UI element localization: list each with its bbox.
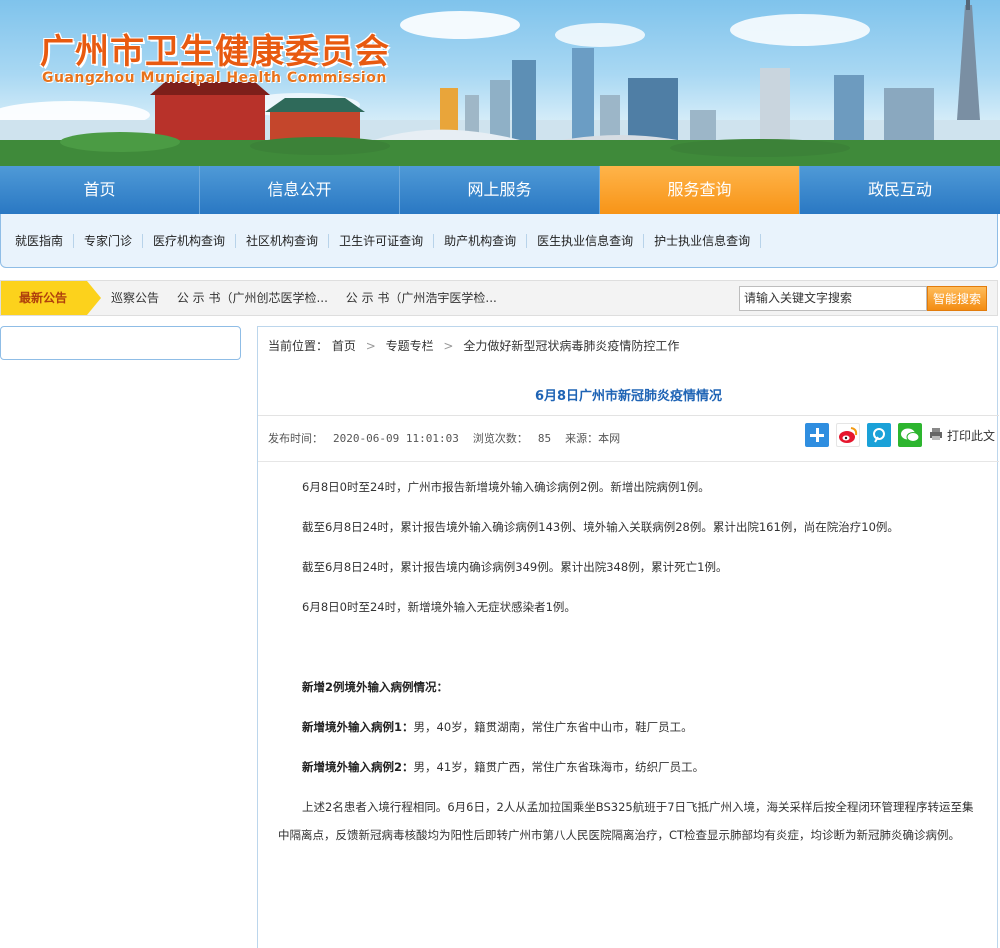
notice-tag: 最新公告 bbox=[1, 281, 101, 315]
paragraph: 截至6月8日24时，累计报告境外输入确诊病例143例、境外输入关联病例28例。累… bbox=[302, 520, 899, 534]
notice-item[interactable]: 巡察公告 bbox=[111, 291, 159, 305]
subnav-doctor-license-query[interactable]: 医生执业信息查询 bbox=[527, 233, 645, 248]
share-toolbar: 打印此文 bbox=[805, 423, 995, 447]
article-body: 6月8日0时至24时，广州市报告新增境外输入确诊病例2例。新增出院病例1例。 截… bbox=[278, 477, 978, 869]
print-link[interactable]: 打印此文 bbox=[947, 427, 995, 444]
case-label: 新增境外输入病例2： bbox=[302, 760, 414, 774]
notice-list: 巡察公告 公 示 书（广州创芯医学检... 公 示 书（广州浩宇医学检... bbox=[111, 281, 511, 315]
site-subtitle-en: Guangzhou Municipal Health Commission bbox=[42, 70, 387, 86]
notice-item[interactable]: 公 示 书（广州创芯医学检... bbox=[177, 291, 328, 305]
header-banner: 广州市卫生健康委员会 Guangzhou Municipal Health Co… bbox=[0, 0, 1000, 166]
source-label: 来源： bbox=[565, 432, 599, 445]
search-button[interactable]: 智能搜索 bbox=[927, 286, 987, 311]
notice-bar: 最新公告 巡察公告 公 示 书（广州创芯医学检... 公 示 书（广州浩宇医学检… bbox=[0, 280, 998, 316]
publish-label: 发布时间： bbox=[268, 432, 323, 445]
breadcrumb-home[interactable]: 首页 bbox=[332, 339, 356, 353]
print-icon[interactable] bbox=[929, 427, 943, 444]
breadcrumb-separator-icon: > bbox=[443, 339, 454, 353]
divider bbox=[258, 461, 999, 462]
notice-item[interactable]: 公 示 书（广州浩宇医学检... bbox=[346, 291, 497, 305]
article-title: 6月8日广州市新冠肺炎疫情情况 bbox=[534, 389, 723, 404]
paragraph: 新增境外输入病例2：男，41岁，籍贯广西，常住广东省珠海市，纺织厂员工。 bbox=[278, 757, 978, 777]
views-count: 85 bbox=[537, 432, 552, 445]
source-value: 本网 bbox=[598, 432, 621, 445]
nav-interaction[interactable]: 政民互动 bbox=[800, 166, 1000, 214]
section-heading: 新增2例境外输入病例情况： bbox=[302, 680, 449, 694]
breadcrumb-separator-icon: > bbox=[365, 339, 376, 353]
case-label: 新增境外输入病例1： bbox=[302, 720, 414, 734]
publish-time: 2020-06-09 11:01:03 bbox=[333, 432, 459, 445]
wechat-icon[interactable] bbox=[898, 423, 922, 447]
subnav-health-license-query[interactable]: 卫生许可证查询 bbox=[329, 233, 435, 248]
breadcrumb: 当前位置： 首页 > 专题专栏 > 全力做好新型冠状病毒肺炎疫情防控工作 bbox=[268, 327, 679, 365]
weibo-icon[interactable] bbox=[836, 423, 860, 447]
subnav-community-institution-query[interactable]: 社区机构查询 bbox=[236, 233, 330, 248]
tencent-weibo-icon[interactable] bbox=[867, 423, 891, 447]
paragraph: 6月8日0时至24时，广州市报告新增境外输入确诊病例2例。新增出院病例1例。 bbox=[302, 480, 710, 494]
breadcrumb-current[interactable]: 全力做好新型冠状病毒肺炎疫情防控工作 bbox=[463, 339, 679, 353]
case-text: 男，40岁，籍贯湖南，常住广东省中山市，鞋厂员工。 bbox=[413, 720, 693, 734]
sub-nav: 就医指南 专家门诊 医疗机构查询 社区机构查询 卫生许可证查询 助产机构查询 医… bbox=[0, 214, 998, 268]
nav-online-service[interactable]: 网上服务 bbox=[400, 166, 600, 214]
paragraph: 6月8日0时至24时，新增境外输入无症状感染者1例。 bbox=[302, 600, 576, 614]
nav-home[interactable]: 首页 bbox=[0, 166, 200, 214]
breadcrumb-label: 当前位置： bbox=[268, 339, 329, 353]
views-label: 浏览次数： bbox=[472, 432, 528, 445]
site-title: 广州市卫生健康委员会 bbox=[40, 32, 390, 72]
article-panel: 当前位置： 首页 > 专题专栏 > 全力做好新型冠状病毒肺炎疫情防控工作 6月8… bbox=[257, 326, 999, 948]
paragraph: 新增境外输入病例1：男，40岁，籍贯湖南，常住广东省中山市，鞋厂员工。 bbox=[278, 717, 978, 737]
breadcrumb-special-column[interactable]: 专题专栏 bbox=[386, 339, 434, 353]
left-sidebar-box bbox=[0, 326, 241, 360]
plus-share-icon[interactable] bbox=[805, 423, 829, 447]
subnav-nurse-license-query[interactable]: 护士执业信息查询 bbox=[644, 233, 762, 248]
article-meta: 发布时间： 2020-06-09 11:01:03 浏览次数： 85 来源：本网 bbox=[268, 430, 620, 446]
subnav-medical-guide[interactable]: 就医指南 bbox=[5, 233, 75, 248]
subnav-expert-clinic[interactable]: 专家门诊 bbox=[74, 233, 144, 248]
subnav-medical-institution-query[interactable]: 医疗机构查询 bbox=[143, 233, 237, 248]
main-nav: 首页 信息公开 网上服务 服务查询 政民互动 bbox=[0, 166, 1000, 214]
nav-service-query[interactable]: 服务查询 bbox=[600, 166, 800, 214]
paragraph: 截至6月8日24时，累计报告境内确诊病例349例。累计出院348例，累计死亡1例… bbox=[302, 560, 728, 574]
paragraph-heading: 新增2例境外输入病例情况： bbox=[278, 677, 978, 697]
case-text: 男，41岁，籍贯广西，常住广东省珠海市，纺织厂员工。 bbox=[413, 760, 705, 774]
divider bbox=[258, 415, 999, 416]
paragraph: 上述2名患者入境行程相同。6月6日，2人从孟加拉国乘坐BS325航班于7日飞抵广… bbox=[278, 800, 974, 842]
search-input[interactable]: 请输入关键文字搜索 bbox=[739, 286, 927, 311]
nav-info-public[interactable]: 信息公开 bbox=[200, 166, 400, 214]
subnav-midwifery-institution-query[interactable]: 助产机构查询 bbox=[434, 233, 528, 248]
